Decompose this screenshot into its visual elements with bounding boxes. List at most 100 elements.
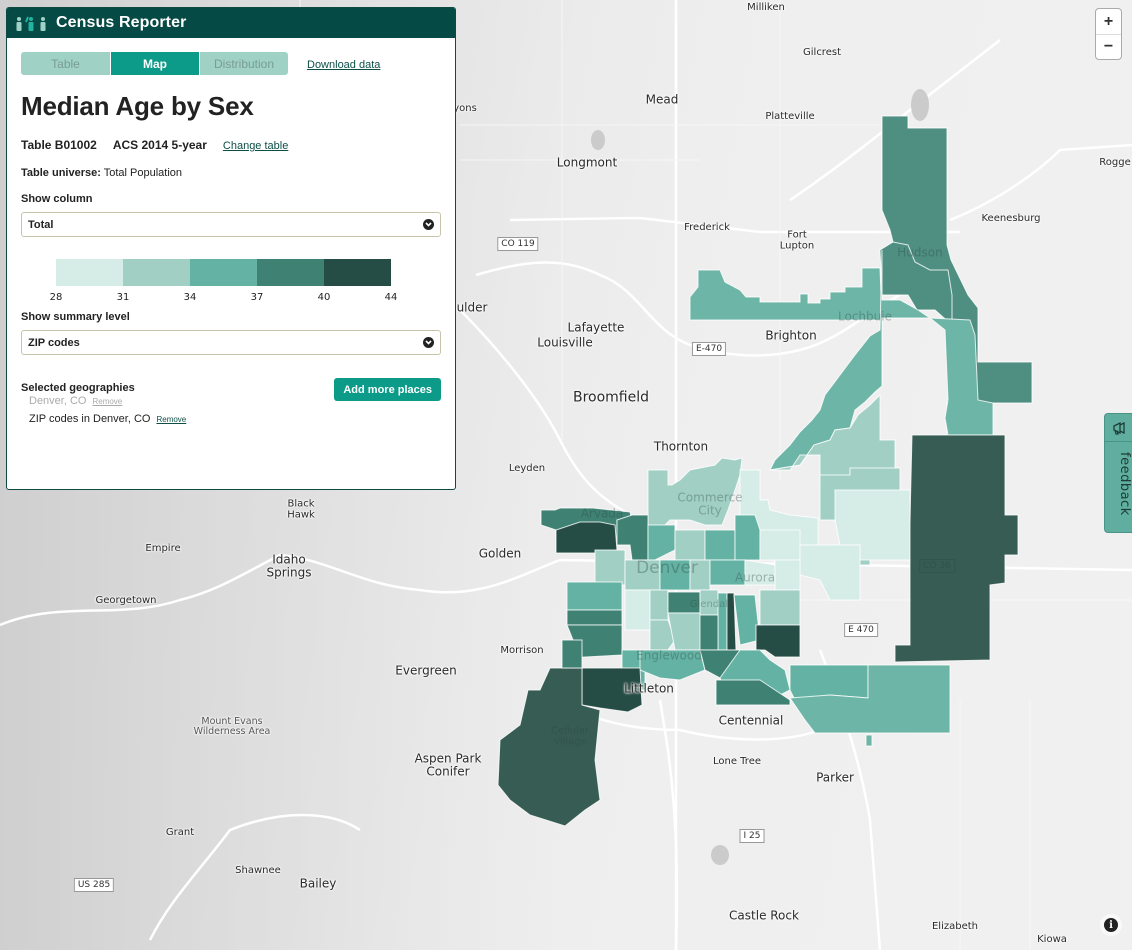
zip-area bbox=[759, 589, 801, 626]
legend-tick-label: 40 bbox=[317, 292, 331, 303]
zip-area bbox=[699, 614, 719, 651]
place-label: Lone Tree bbox=[712, 755, 762, 767]
universe-value: Total Population bbox=[103, 167, 183, 179]
universe-label: Table universe: bbox=[21, 167, 101, 179]
add-more-places-button[interactable]: Add more places bbox=[334, 378, 441, 401]
legend-swatch bbox=[190, 259, 257, 286]
zip-area bbox=[865, 734, 873, 747]
table-meta: Table B01002 ACS 2014 5-year Change tabl… bbox=[21, 138, 441, 152]
place-label: Arvada bbox=[580, 506, 624, 521]
place-label: Castle Rock bbox=[729, 908, 799, 923]
summary-level-select[interactable]: ZIP codes bbox=[21, 330, 441, 355]
legend-swatch bbox=[257, 259, 324, 286]
place-label: ulder bbox=[456, 300, 488, 315]
map-legend: 28 31 34 37 40 44 bbox=[50, 259, 441, 309]
chevron-down-icon bbox=[423, 219, 434, 230]
place-label: Aspen Park Conifer bbox=[414, 751, 482, 778]
road-shield: I 25 bbox=[739, 829, 765, 843]
zip-area bbox=[594, 549, 626, 586]
zip-area bbox=[759, 529, 801, 561]
geography-name: ZIP codes in Denver, CO bbox=[29, 413, 151, 425]
dataset-label: ACS 2014 5-year bbox=[112, 138, 207, 152]
place-label: Mount Evans Wilderness Area bbox=[193, 716, 271, 737]
place-label: Glendale bbox=[689, 598, 735, 610]
legend-swatch bbox=[324, 259, 391, 286]
road-shield: E-470 bbox=[691, 342, 727, 356]
tab-distribution[interactable]: Distribution bbox=[199, 52, 288, 75]
place-label: Hudson bbox=[897, 245, 943, 260]
zip-area bbox=[734, 514, 761, 561]
place-label: Empire bbox=[145, 542, 181, 554]
zip-area bbox=[774, 559, 801, 591]
zip-area bbox=[649, 589, 669, 621]
zoom-out-button[interactable]: − bbox=[1096, 34, 1121, 59]
road-shield: CO 119 bbox=[497, 237, 539, 251]
place-label: Broomfield bbox=[572, 389, 650, 406]
chevron-down-icon bbox=[423, 337, 434, 348]
zip-area bbox=[674, 529, 706, 561]
place-label: Kiowa bbox=[1037, 933, 1067, 945]
remove-geography-link[interactable]: Remove bbox=[156, 415, 186, 424]
place-label: Fort Lupton bbox=[779, 229, 815, 251]
place-label: Cellular Village bbox=[550, 725, 590, 747]
summary-level-label: Show summary level bbox=[21, 311, 130, 323]
road-shield: CO 36 bbox=[919, 559, 955, 573]
change-table-link[interactable]: Change table bbox=[223, 140, 288, 152]
zoom-control: + − bbox=[1095, 8, 1122, 60]
info-icon[interactable]: i bbox=[1104, 918, 1118, 932]
geography-item: ZIP codes in Denver, CO Remove bbox=[29, 413, 441, 425]
tab-map[interactable]: Map bbox=[110, 52, 199, 75]
place-label: Gilcrest bbox=[803, 46, 841, 58]
place-label: Evergreen bbox=[395, 663, 457, 678]
place-label: Georgetown bbox=[95, 594, 157, 606]
place-label: Grant bbox=[165, 826, 195, 838]
place-label: Rogge bbox=[1099, 156, 1131, 168]
app-brand[interactable]: Census Reporter bbox=[56, 14, 186, 32]
view-tabs: Table Map Distribution bbox=[21, 52, 288, 75]
place-label: Commerce City bbox=[677, 490, 743, 517]
place-label: Denver bbox=[636, 558, 698, 579]
place-label: Aurora bbox=[734, 570, 776, 585]
place-label: Louisville bbox=[537, 335, 593, 350]
legend-tick-label: 34 bbox=[183, 292, 197, 303]
panel-header: Census Reporter bbox=[7, 8, 455, 38]
place-label: Brighton bbox=[765, 328, 817, 343]
place-label: Bailey bbox=[299, 876, 337, 891]
place-label: Keenesburg bbox=[981, 212, 1041, 224]
feedback-tab[interactable]: feedback bbox=[1104, 413, 1132, 533]
legend-swatch bbox=[123, 259, 190, 286]
place-label: Frederick bbox=[684, 221, 730, 233]
download-data-link[interactable]: Download data bbox=[307, 57, 380, 71]
column-select[interactable]: Total bbox=[21, 212, 441, 237]
legend-tick-label: 44 bbox=[384, 292, 398, 303]
remove-geography-link[interactable]: Remove bbox=[92, 397, 122, 406]
legend-tick-label: 31 bbox=[116, 292, 130, 303]
place-label: Platteville bbox=[765, 110, 815, 122]
zip-area bbox=[799, 544, 861, 601]
zip-area bbox=[566, 609, 623, 626]
place-label: Littleton bbox=[624, 681, 674, 696]
show-column-label: Show column bbox=[21, 193, 93, 205]
place-label: Centennial bbox=[718, 713, 784, 728]
road-shield: US 285 bbox=[73, 878, 115, 892]
tab-table[interactable]: Table bbox=[21, 52, 110, 75]
place-label: Longmont bbox=[556, 155, 618, 170]
place-label: Morrison bbox=[500, 644, 544, 656]
zip-area bbox=[624, 589, 651, 631]
legend-swatch bbox=[56, 259, 123, 286]
zip-area bbox=[561, 639, 583, 669]
place-label: Shawnee bbox=[235, 864, 281, 876]
zip-area bbox=[566, 581, 623, 611]
zip-area bbox=[704, 529, 736, 561]
place-label: Black Hawk bbox=[287, 498, 315, 520]
control-panel: Census Reporter Table Map Distribution D… bbox=[6, 7, 456, 490]
table-id: Table B01002 bbox=[21, 138, 97, 152]
zip-area bbox=[667, 612, 706, 651]
summary-level-value: ZIP codes bbox=[28, 336, 80, 349]
place-label: Lochbuie bbox=[838, 309, 892, 324]
place-label: Milliken bbox=[747, 1, 785, 13]
place-label: Elizabeth bbox=[931, 920, 979, 932]
zoom-in-button[interactable]: + bbox=[1096, 9, 1121, 34]
place-label: Lafayette bbox=[567, 320, 625, 335]
place-label: Leyden bbox=[508, 462, 546, 474]
